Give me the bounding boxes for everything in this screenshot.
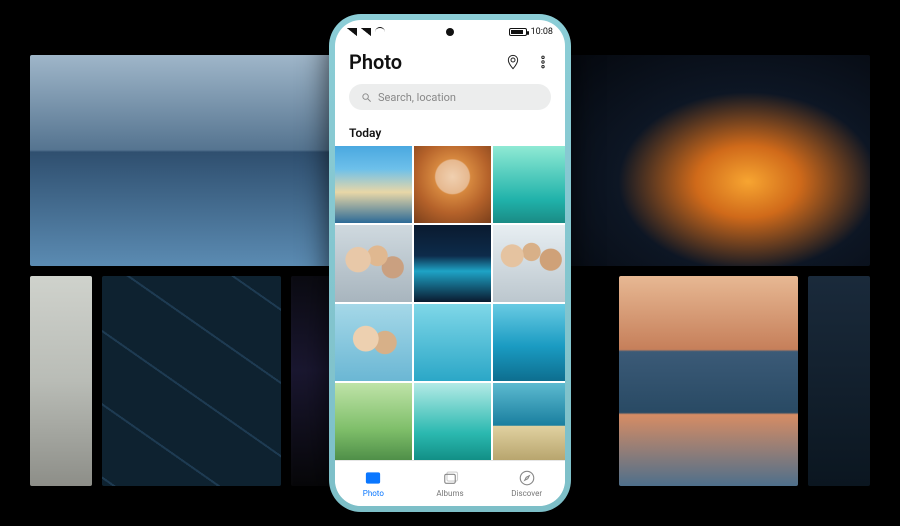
albums-icon [441, 469, 459, 487]
header-row: Photo [335, 44, 565, 78]
photo-thumbnail[interactable] [493, 304, 565, 381]
photo-thumbnail[interactable] [414, 304, 491, 381]
camera-notch [446, 28, 454, 36]
background-photo [565, 55, 870, 266]
photo-icon [364, 469, 382, 487]
battery-icon [509, 28, 527, 36]
search-placeholder: Search, location [378, 91, 456, 104]
photo-thumbnail[interactable] [335, 146, 412, 223]
nav-label: Photo [363, 489, 384, 498]
nav-label: Albums [436, 489, 463, 498]
photo-thumbnail[interactable] [335, 304, 412, 381]
photo-thumbnail[interactable] [493, 383, 565, 460]
nav-tab-discover[interactable]: Discover [488, 461, 565, 506]
nav-label: Discover [511, 489, 542, 498]
phone-screen: 10:08 Photo Search, location Today [335, 20, 565, 506]
photo-thumbnail[interactable] [414, 383, 491, 460]
section-heading-today: Today [335, 116, 565, 146]
wifi-icon [375, 28, 385, 36]
search-icon [361, 92, 372, 103]
photo-thumbnail[interactable] [414, 146, 491, 223]
status-right: 10:08 [509, 27, 553, 37]
nav-tab-albums[interactable]: Albums [412, 461, 489, 506]
nav-tab-photo[interactable]: Photo [335, 461, 412, 506]
map-pin-icon[interactable] [505, 54, 521, 70]
discover-icon [518, 469, 536, 487]
bottom-nav: Photo Albums Discover [335, 460, 565, 506]
background-photo [102, 276, 280, 487]
page-title: Photo [349, 50, 402, 74]
status-time: 10:08 [531, 27, 553, 37]
photo-grid[interactable] [335, 146, 565, 460]
signal-icon [347, 28, 357, 36]
photo-thumbnail[interactable] [414, 225, 491, 302]
background-photo [808, 276, 870, 487]
photo-thumbnail[interactable] [493, 225, 565, 302]
background-photo [30, 276, 92, 487]
status-left [347, 28, 385, 36]
search-input[interactable]: Search, location [349, 84, 551, 110]
more-vertical-icon[interactable] [535, 54, 551, 70]
photo-thumbnail[interactable] [335, 383, 412, 460]
background-photo [30, 55, 335, 266]
signal-icon [361, 28, 371, 36]
photo-thumbnail[interactable] [493, 146, 565, 223]
photo-thumbnail[interactable] [335, 225, 412, 302]
background-photo [619, 276, 797, 487]
phone-mockup-frame: 10:08 Photo Search, location Today [329, 14, 571, 512]
